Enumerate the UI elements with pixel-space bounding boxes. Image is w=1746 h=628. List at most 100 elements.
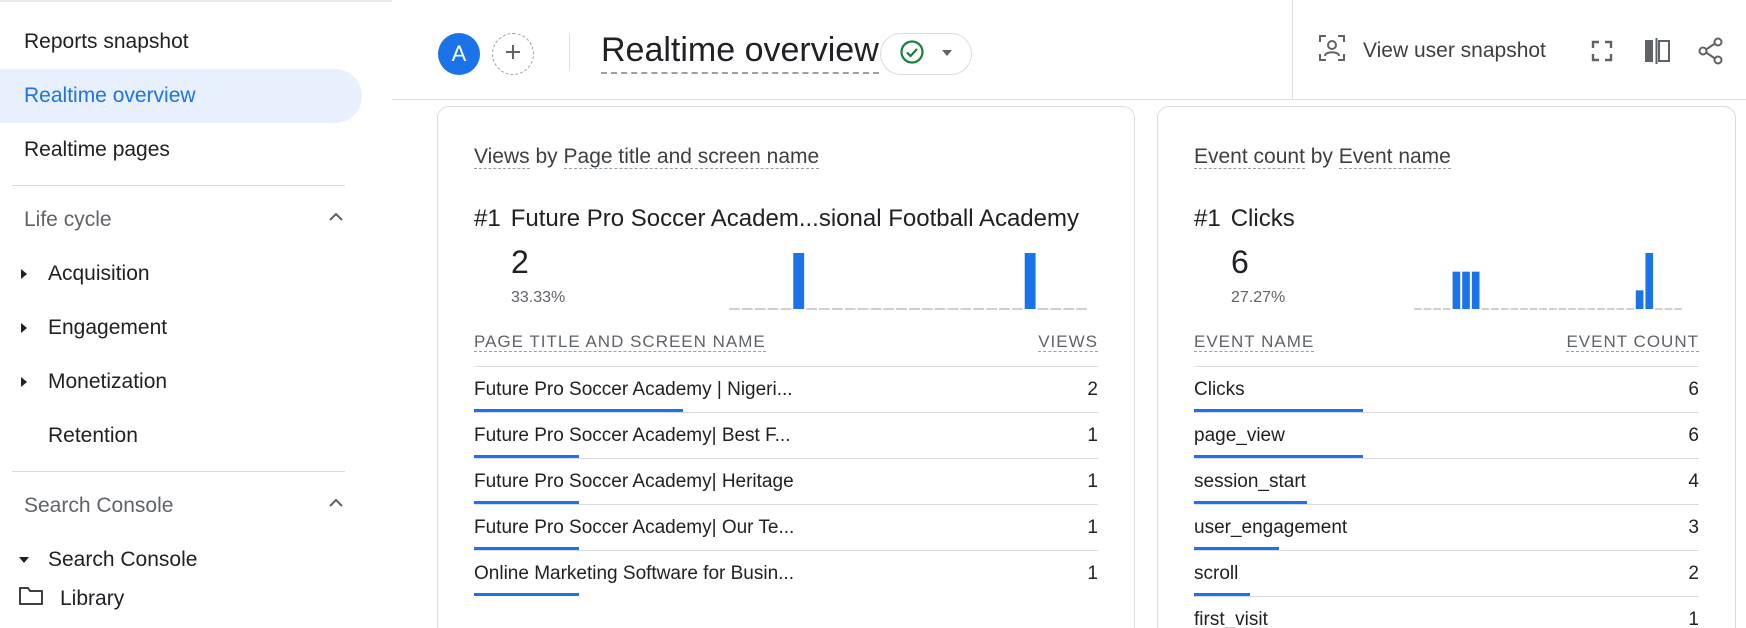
sidebar-item-monetization[interactable]: Monetization	[0, 355, 362, 409]
top-item: #1 Future Pro Soccer Academ...sional Foot…	[474, 205, 1079, 233]
row-value: 6	[1688, 425, 1699, 446]
sidebar-item-engagement[interactable]: Engagement	[0, 301, 362, 355]
table-row[interactable]: Future Pro Soccer Academy| Heritage 1	[474, 458, 1098, 504]
row-name: session_start	[1194, 471, 1306, 492]
top-item-percent: 27.27%	[1231, 289, 1286, 306]
view-user-snapshot-button[interactable]: View user snapshot	[1317, 30, 1546, 72]
column-header-value[interactable]: EVENT COUNT	[1566, 332, 1699, 352]
sidebar-item-realtime-pages[interactable]: Realtime pages	[0, 123, 362, 177]
metric-label[interactable]: Event count	[1194, 145, 1305, 169]
caret-right-icon	[12, 376, 36, 388]
row-value: 1	[1087, 563, 1098, 584]
caret-right-icon	[12, 322, 36, 334]
user-snapshot-icon	[1317, 33, 1347, 69]
sparkline-bar	[1462, 271, 1470, 309]
table-row[interactable]: Future Pro Soccer Academy| Our Te... 1	[474, 504, 1098, 550]
table-row[interactable]: Clicks 6	[1194, 366, 1699, 412]
header: A Realtime overview View user snapshot	[392, 0, 1746, 100]
avatar[interactable]: A	[438, 33, 480, 75]
folder-icon	[18, 585, 44, 613]
row-name: scroll	[1194, 563, 1239, 584]
row-value: 6	[1688, 379, 1699, 400]
share-icon	[1696, 36, 1726, 71]
sidebar-section-search-console[interactable]: Search Console	[0, 479, 362, 533]
sidebar-item-label: Engagement	[48, 316, 168, 339]
table-row[interactable]: page_view 6	[1194, 412, 1699, 458]
sparkline-bar	[1471, 271, 1480, 309]
top-item-value: 2	[511, 244, 529, 280]
add-comparison-button[interactable]	[492, 33, 534, 75]
row-name: Clicks	[1194, 379, 1245, 400]
sidebar-item-acquisition[interactable]: Acquisition	[0, 247, 362, 301]
row-value: 4	[1688, 471, 1699, 492]
column-header-name[interactable]: EVENT NAME	[1194, 332, 1315, 352]
row-name: page_view	[1194, 425, 1285, 446]
plus-icon	[503, 42, 523, 67]
column-header-name[interactable]: PAGE TITLE AND SCREEN NAME	[474, 332, 766, 352]
row-value: 1	[1688, 609, 1699, 628]
sidebar-item-label: Reports snapshot	[24, 30, 189, 53]
sidebar-item-label: Monetization	[48, 370, 168, 393]
data-quality-chip[interactable]	[880, 33, 972, 75]
row-value: 2	[1688, 563, 1699, 584]
card-title: Event count by Event name	[1194, 145, 1451, 169]
share-button[interactable]	[1691, 33, 1731, 73]
sidebar-item-label: Acquisition	[48, 262, 150, 285]
table-row[interactable]: session_start 4	[1194, 458, 1699, 504]
library-label: Library	[60, 587, 125, 610]
table-row[interactable]: Online Marketing Software for Busin... 1	[474, 550, 1098, 596]
table-row[interactable]: user_engagement 3	[1194, 504, 1699, 550]
sidebar-section-life-cycle[interactable]: Life cycle	[0, 193, 362, 247]
row-value: 3	[1688, 517, 1699, 538]
table-row[interactable]: Future Pro Soccer Academy| Best F... 1	[474, 412, 1098, 458]
table-row[interactable]: scroll 2	[1194, 550, 1699, 596]
title-by: by	[1310, 145, 1333, 168]
row-value: 1	[1087, 517, 1098, 538]
sparkline-bar	[1645, 253, 1654, 309]
rank-label: #1	[474, 205, 501, 232]
sidebar-item-label: Realtime overview	[24, 84, 196, 107]
caret-right-icon	[12, 268, 36, 280]
column-header-value[interactable]: VIEWS	[1038, 332, 1098, 352]
caret-down-icon	[12, 555, 36, 565]
sidebar: Reports snapshot Realtime overview Realt…	[0, 0, 392, 628]
chevron-up-icon	[326, 493, 346, 519]
sidebar-section-label: Life cycle	[24, 208, 112, 231]
row-name: Future Pro Soccer Academy | Nigeri...	[474, 379, 793, 400]
sidebar-item-label: Retention	[48, 424, 138, 447]
top-item-percent: 33.33%	[511, 289, 566, 306]
fullscreen-button[interactable]	[1582, 33, 1622, 73]
sidebar-divider	[12, 471, 345, 472]
page-title[interactable]: Realtime overview	[601, 30, 879, 74]
metric-label[interactable]: Views	[474, 145, 530, 169]
row-value: 1	[1087, 425, 1098, 446]
dimension-label[interactable]: Page title and screen name	[563, 145, 820, 169]
events-card: Event count by Event name #1 Clicks 6 27.…	[1157, 106, 1736, 628]
title-by: by	[535, 145, 558, 168]
top-item-name: Future Pro Soccer Academ...sional Footba…	[510, 205, 1079, 232]
top-item: #1 Clicks	[1194, 205, 1295, 233]
sparkline-bar	[1452, 271, 1461, 309]
row-name: Future Pro Soccer Academy| Heritage	[474, 471, 794, 492]
avatar-letter: A	[451, 41, 467, 66]
sidebar-item-reports-snapshot[interactable]: Reports snapshot	[0, 15, 362, 69]
dimension-label[interactable]: Event name	[1338, 145, 1451, 169]
table-row[interactable]: first_visit 1	[1194, 596, 1699, 628]
sparkline-chart	[1414, 253, 1682, 310]
sparkline-chart	[729, 253, 1087, 310]
views-card: Views by Page title and screen name #1 Fu…	[437, 106, 1135, 628]
sidebar-item-retention[interactable]: Retention	[0, 409, 362, 463]
sidebar-item-realtime-overview[interactable]: Realtime overview	[0, 69, 362, 123]
sparkline-bar	[1635, 290, 1644, 309]
sidebar-item-label: Search Console	[48, 548, 198, 571]
top-item-value: 6	[1231, 244, 1249, 280]
compare-button[interactable]	[1637, 33, 1677, 73]
row-name: Online Marketing Software for Busin...	[474, 563, 794, 584]
sidebar-library[interactable]: Library	[0, 570, 392, 628]
sidebar-section-label: Search Console	[24, 494, 174, 517]
fullscreen-icon	[1589, 38, 1615, 69]
card-title: Views by Page title and screen name	[474, 145, 820, 169]
table-row[interactable]: Future Pro Soccer Academy | Nigeri... 2	[474, 366, 1098, 412]
header-divider	[1292, 0, 1293, 100]
row-name: Future Pro Soccer Academy| Best F...	[474, 425, 791, 446]
